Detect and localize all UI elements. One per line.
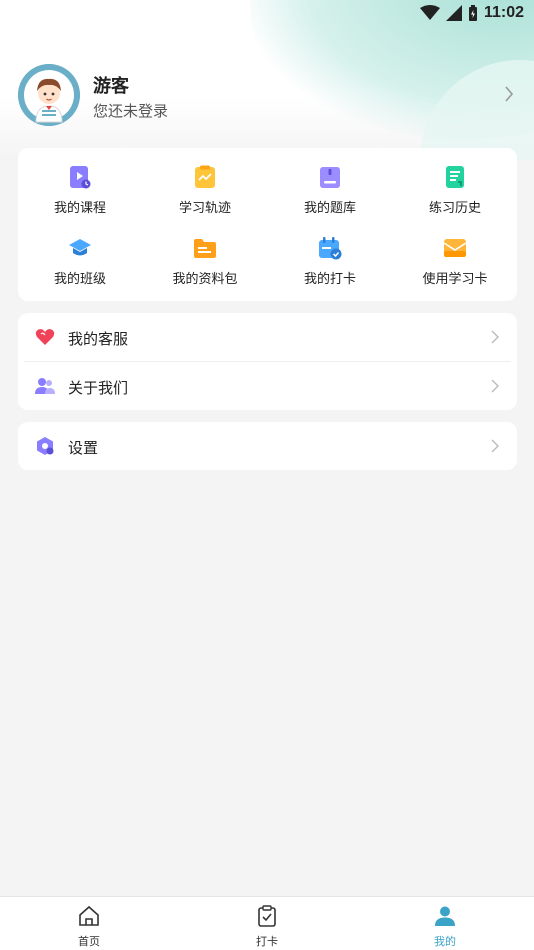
login-hint: 您还未登录	[93, 102, 169, 120]
status-bar: 11:02	[0, 0, 534, 28]
chevron-right-icon	[491, 330, 499, 344]
avatar[interactable]	[18, 64, 80, 126]
question-bank-icon	[320, 167, 340, 188]
wifi-icon	[419, 5, 440, 20]
grid-item-question-bank[interactable]: 我的题库	[268, 165, 392, 225]
grid-item-study-card[interactable]: 使用学习卡	[393, 236, 517, 296]
heart-icon	[35, 329, 55, 345]
feature-grid-card: 我的课程 学习轨迹 我的题库 练习历史 我的班级 我的资料包 我的打卡 使用学习…	[18, 148, 517, 301]
practice-history-icon	[446, 166, 464, 188]
trend-chart-icon	[195, 165, 215, 188]
chevron-right-icon[interactable]	[504, 86, 514, 102]
grid-item-my-class[interactable]: 我的班级	[18, 236, 142, 296]
grid-item-my-courses[interactable]: 我的课程	[18, 165, 142, 225]
settings-card: 设置	[18, 422, 517, 470]
settings-hexagon-icon	[37, 437, 54, 455]
folder-icon	[194, 239, 216, 258]
menu-item-settings[interactable]: 设置	[18, 422, 517, 470]
tab-mine[interactable]: 我的	[356, 897, 534, 950]
clipboard-check-icon	[258, 905, 276, 927]
graduation-cap-icon	[69, 239, 91, 256]
battery-icon	[468, 5, 477, 21]
person-icon	[435, 906, 455, 926]
service-list-card: 我的客服 关于我们	[18, 313, 517, 410]
status-time: 11:02	[483, 4, 524, 21]
menu-item-about-us[interactable]: 关于我们	[18, 362, 517, 410]
grid-item-study-trail[interactable]: 学习轨迹	[143, 165, 267, 225]
menu-item-customer-service[interactable]: 我的客服	[18, 313, 517, 362]
grid-item-materials[interactable]: 我的资料包	[143, 236, 267, 296]
username: 游客	[93, 76, 129, 97]
calendar-check-icon	[319, 237, 342, 260]
video-course-icon	[70, 166, 91, 189]
chevron-right-icon	[491, 379, 499, 393]
grid-item-my-checkin[interactable]: 我的打卡	[268, 236, 392, 296]
avatar-illustration-icon	[18, 64, 80, 126]
home-icon	[79, 905, 99, 926]
tab-checkin[interactable]: 打卡	[178, 897, 356, 950]
users-icon	[35, 378, 55, 394]
chevron-right-icon	[491, 439, 499, 453]
tab-home[interactable]: 首页	[0, 897, 178, 950]
profile-section[interactable]: 游客 您还未登录	[18, 64, 518, 128]
bottom-tab-bar: 首页 打卡 我的	[0, 896, 534, 950]
grid-item-practice-history[interactable]: 练习历史	[393, 165, 517, 225]
signal-icon	[445, 5, 462, 21]
study-card-icon	[443, 239, 467, 257]
